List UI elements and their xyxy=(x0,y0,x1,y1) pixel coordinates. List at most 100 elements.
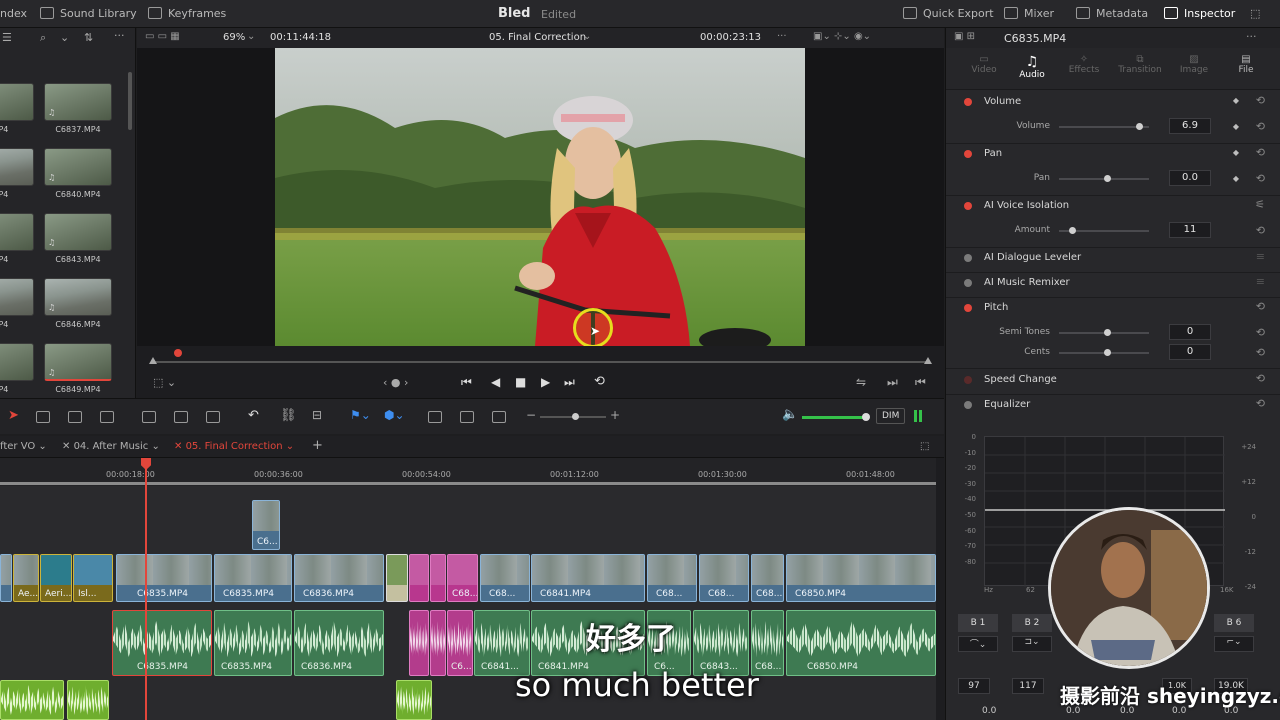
cents-slider[interactable] xyxy=(1059,349,1149,356)
video-frame[interactable]: ➤ xyxy=(275,48,805,346)
band-1-button[interactable]: B 1 xyxy=(958,614,998,632)
index-button[interactable]: ndex xyxy=(0,7,27,20)
keyframes-button[interactable]: Keyframes xyxy=(148,7,226,20)
media-thumb[interactable]: ♫ xyxy=(44,83,112,121)
timeline-clip-v2[interactable]: C6... xyxy=(252,500,280,550)
timeline-vertical-scrollbar[interactable] xyxy=(936,458,944,720)
voice-isolation-toggle[interactable] xyxy=(964,202,972,210)
more-icon[interactable]: ··· xyxy=(114,29,125,42)
viewer-options-icon[interactable]: ▣⌄ ⊹⌄ ◉⌄ xyxy=(813,31,871,42)
timeline-name[interactable]: 05. Final Correction xyxy=(489,32,586,43)
timeline-scroll-bar[interactable] xyxy=(0,482,936,485)
zoom-in-icon[interactable]: + xyxy=(610,408,620,422)
keyframe-icon[interactable]: ◆ xyxy=(1233,174,1239,183)
timeline-clip[interactable]: Isl... xyxy=(73,554,113,602)
add-tab-icon[interactable]: + xyxy=(312,438,323,453)
first-frame-button[interactable]: ⏮ xyxy=(461,375,472,390)
trim-tool-icon[interactable] xyxy=(36,411,50,423)
speaker-icon[interactable]: 🔈 xyxy=(782,407,798,422)
timeline-options-icon[interactable]: ⬚ xyxy=(920,441,929,452)
timeline-clip[interactable] xyxy=(386,554,408,602)
playhead-marker[interactable] xyxy=(174,349,182,357)
band-2-type[interactable]: ⊐⌄ xyxy=(1012,636,1052,652)
audio-clip[interactable]: C6835.MP4 xyxy=(112,610,212,676)
band-2-button[interactable]: B 2 xyxy=(1012,614,1052,632)
dialogue-leveler-toggle[interactable] xyxy=(964,254,972,262)
fullscreen-icon[interactable]: ⬚ xyxy=(1250,7,1260,20)
grid-view-icon[interactable]: ☰ xyxy=(2,31,12,44)
dim-button[interactable]: DIM xyxy=(876,408,906,424)
pan-value[interactable]: 0.0 xyxy=(1169,170,1211,186)
viewer-layout-icon[interactable]: ▭ ▭ ▦ xyxy=(145,31,180,42)
music-remixer-toggle[interactable] xyxy=(964,279,972,287)
media-thumb[interactable]: ♫ xyxy=(44,343,112,381)
blade-tool-icon[interactable] xyxy=(68,411,82,423)
slider-knob[interactable] xyxy=(862,413,870,421)
keyframe-icon[interactable]: ◆ xyxy=(1233,148,1239,157)
timeline-clip[interactable]: C6841.MP4 xyxy=(531,554,645,602)
viewer-scrubber[interactable] xyxy=(137,346,944,370)
timeline-clip[interactable] xyxy=(409,554,429,602)
timeline-clip[interactable]: C68... xyxy=(447,554,478,602)
timeline-clip[interactable] xyxy=(0,554,12,602)
volume-toggle[interactable] xyxy=(964,98,972,106)
reset-icon[interactable]: ⟲ xyxy=(1256,397,1265,410)
timeline-clip[interactable] xyxy=(430,554,446,602)
tab-audio[interactable]: ♫ Audio xyxy=(1014,54,1050,80)
timeline-clip[interactable]: C6835.MP4 xyxy=(116,554,212,602)
reverse-play-button[interactable]: ◀ xyxy=(491,375,500,389)
semitones-slider[interactable] xyxy=(1059,329,1149,336)
out-point-icon[interactable] xyxy=(924,357,932,364)
band-1-gain[interactable]: 0.0 xyxy=(982,706,996,716)
select-tool-icon[interactable]: ➤ xyxy=(8,408,19,423)
timeline-clip[interactable]: C68... xyxy=(751,554,784,602)
audio-clip[interactable]: C6850.MP4 xyxy=(786,610,936,676)
tab-after-vo[interactable]: fter VO ⌄ xyxy=(0,441,47,452)
timeline-clip[interactable]: C68... xyxy=(480,554,530,602)
zoom-slider[interactable] xyxy=(540,413,606,420)
media-thumb[interactable] xyxy=(0,213,34,251)
stop-button[interactable]: ■ xyxy=(515,375,526,389)
pan-toggle[interactable] xyxy=(964,150,972,158)
zoom-detail-icon[interactable] xyxy=(460,411,474,423)
replace-clip-icon[interactable] xyxy=(206,411,220,423)
audio-clip[interactable]: C6835.MP4 xyxy=(214,610,292,676)
timeline-clip[interactable]: C6835.MP4 xyxy=(214,554,292,602)
keyframe-icon[interactable]: ◆ xyxy=(1233,122,1239,131)
reset-icon[interactable]: ⟲ xyxy=(1256,372,1265,385)
transform-icon[interactable]: ⬚ ⌄ xyxy=(153,376,176,389)
music-clip[interactable] xyxy=(396,680,432,720)
panel-layout-icon[interactable]: ▣ ⊞ xyxy=(954,31,975,42)
lock-icon[interactable]: ⊟ xyxy=(312,408,322,422)
next-edit-icon[interactable]: ⏭ xyxy=(887,375,898,390)
play-button[interactable]: ▶ xyxy=(541,375,550,389)
inspector-button[interactable]: Inspector xyxy=(1164,7,1235,20)
metadata-button[interactable]: Metadata xyxy=(1076,7,1148,20)
timeline-clip[interactable]: Aeri... xyxy=(40,554,72,602)
dynamic-trim-icon[interactable] xyxy=(100,411,114,423)
amount-value[interactable]: 11 xyxy=(1169,222,1211,238)
in-point-icon[interactable] xyxy=(149,357,157,364)
slider-knob[interactable] xyxy=(1104,329,1111,336)
overwrite-clip-icon[interactable] xyxy=(174,411,188,423)
settings-sliders-icon[interactable]: ⚟ xyxy=(1255,198,1265,211)
equalizer-toggle[interactable] xyxy=(964,401,972,409)
tab-final-correction[interactable]: ✕ 05. Final Correction ⌄ xyxy=(174,441,294,452)
tab-video[interactable]: ▭ Video xyxy=(966,54,1002,75)
zoom-custom-icon[interactable] xyxy=(492,411,506,423)
menu-icon[interactable]: ≡ xyxy=(1256,275,1265,288)
sound-library-button[interactable]: Sound Library xyxy=(40,7,137,20)
media-thumb[interactable] xyxy=(0,343,34,381)
tab-after-music[interactable]: ✕ 04. After Music ⌄ xyxy=(62,441,160,452)
volume-value[interactable]: 6.9 xyxy=(1169,118,1211,134)
search-icon[interactable]: ⌕ xyxy=(40,31,46,45)
pan-slider[interactable] xyxy=(1059,175,1149,182)
band-1-type[interactable]: ⌒⌄ xyxy=(958,636,998,652)
band-6-type[interactable]: ⌐⌄ xyxy=(1214,636,1254,652)
reset-icon[interactable]: ⟲ xyxy=(1256,326,1265,339)
band-6-button[interactable]: B 6 xyxy=(1214,614,1254,632)
tab-effects[interactable]: ✧ Effects xyxy=(1066,54,1102,75)
snapping-icon[interactable]: ↶ xyxy=(248,408,259,423)
music-clip[interactable] xyxy=(0,680,64,720)
reset-icon[interactable]: ⟲ xyxy=(1256,94,1265,107)
